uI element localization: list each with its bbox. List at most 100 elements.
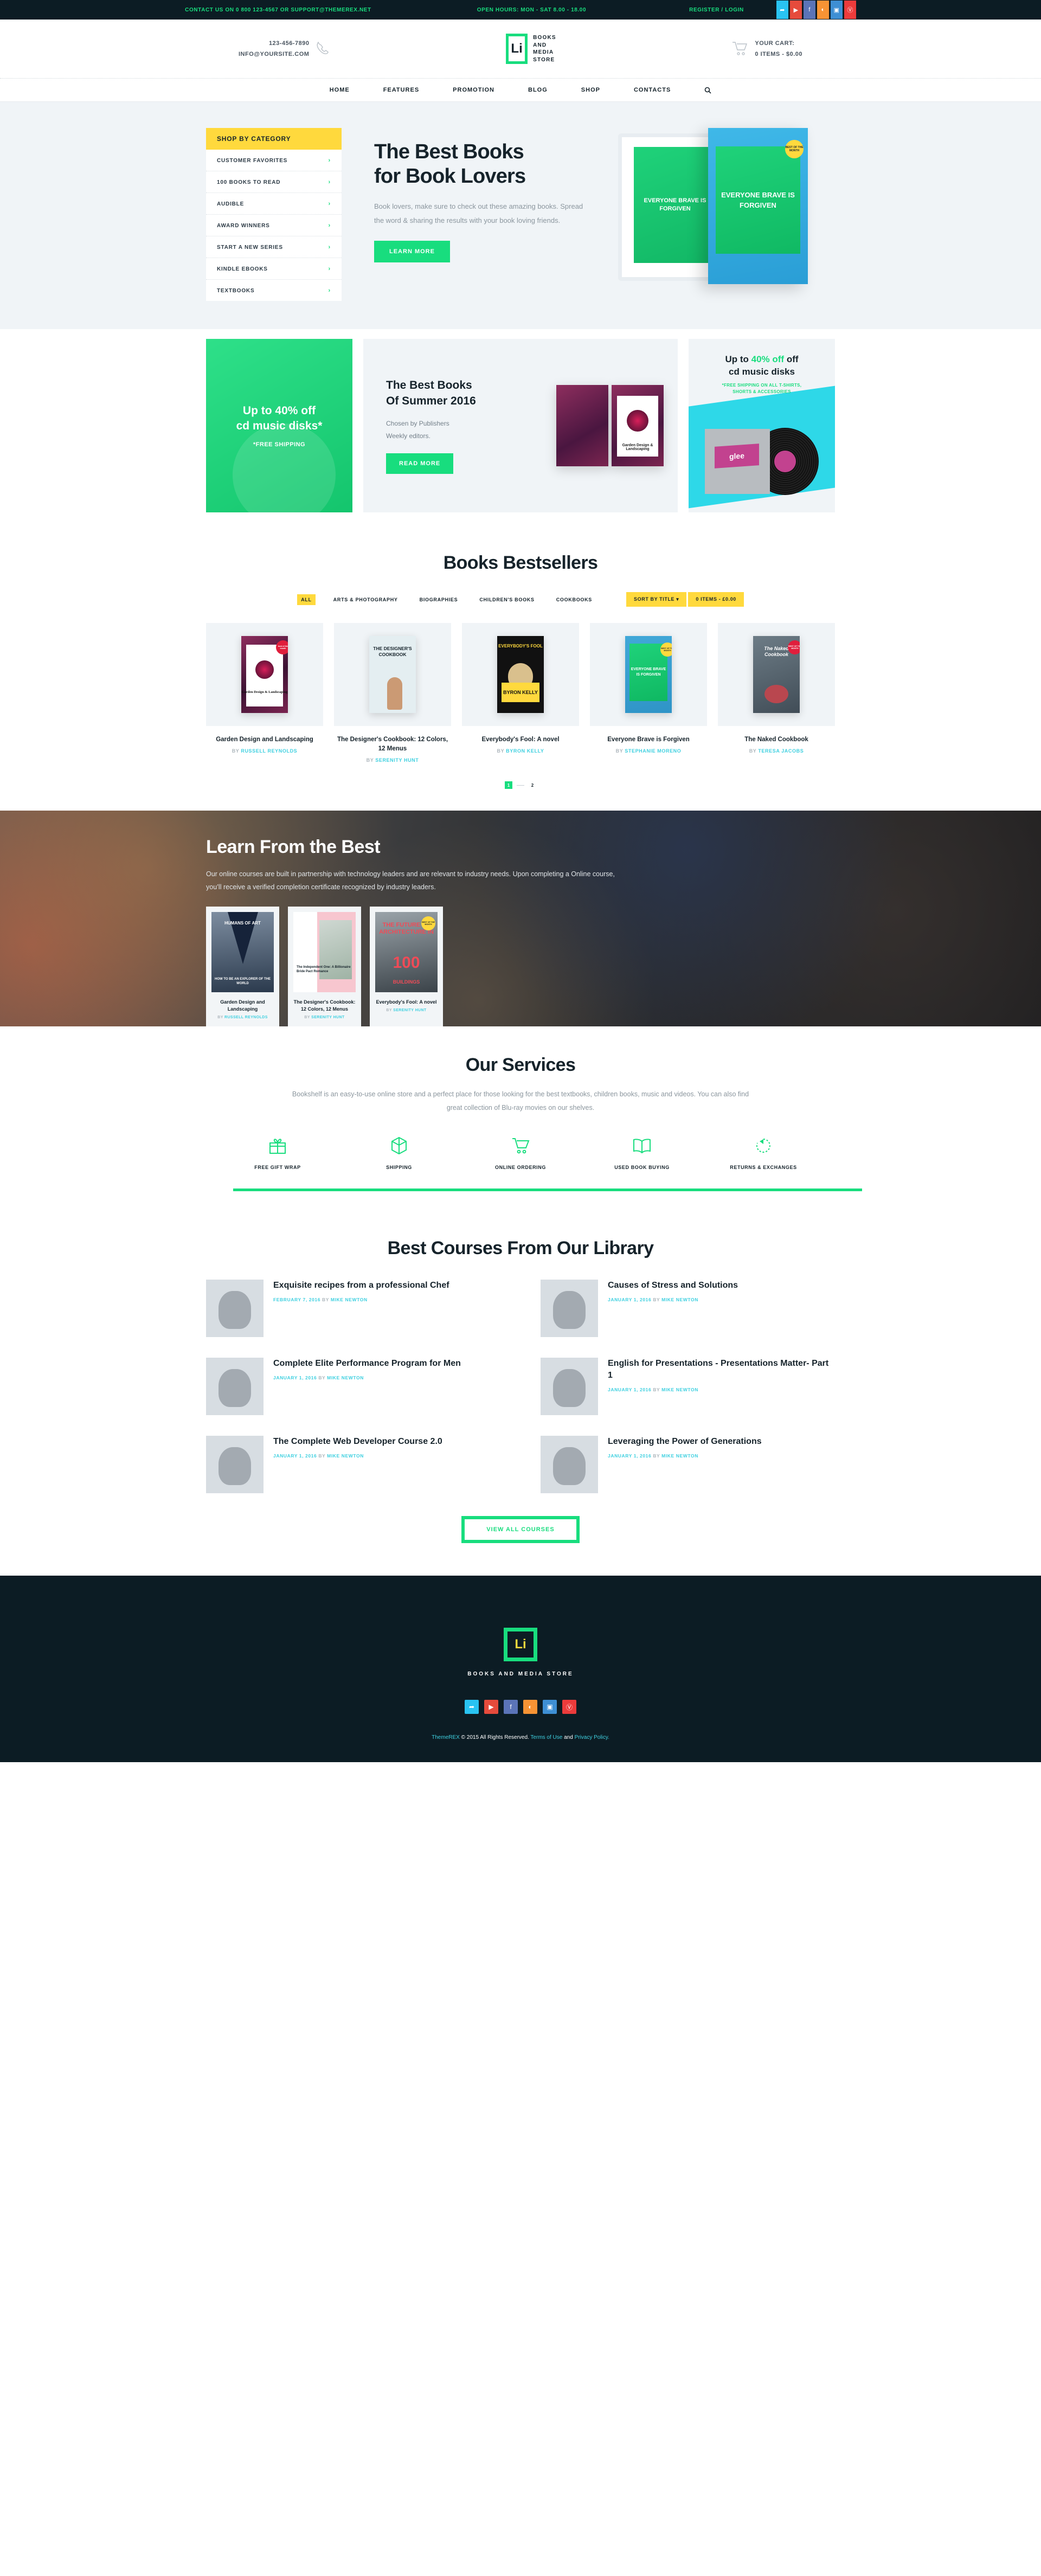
topbar-register-login[interactable]: REGISTER / LOGIN	[689, 7, 744, 13]
learn-description: Our online courses are built in partners…	[206, 870, 615, 891]
twitter-icon[interactable]: ➦	[776, 1, 788, 19]
course-date: JANUARY 1, 2016	[608, 1297, 652, 1302]
footer-logo[interactable]: Li	[504, 1628, 537, 1661]
filter-arts-photography[interactable]: ARTS & PHOTOGRAPHY	[330, 594, 402, 605]
chevron-right-icon: ›	[328, 244, 331, 250]
cover-title: EVERYBODY'S FOOL	[498, 644, 543, 648]
page-1-button[interactable]: 1	[505, 781, 512, 789]
hero-artwork: EVERYONE BRAVE IS FORGIVEN EVERYONE BRAV…	[602, 128, 835, 291]
course-title: Complete Elite Performance Program for M…	[273, 1359, 461, 1368]
learn-card[interactable]: HUMANS OF ART HOW TO BE AN EXPLORER OF T…	[206, 907, 279, 1026]
course-item[interactable]: Leveraging the Power of Generations JANU…	[541, 1436, 835, 1493]
twitter-icon[interactable]: ➦	[465, 1700, 479, 1714]
hero-learn-more-button[interactable]: LEARN MORE	[374, 241, 450, 262]
course-item[interactable]: The Complete Web Developer Course 2.0 JA…	[206, 1436, 500, 1493]
category-item-start-a-new-series[interactable]: START A NEW SERIES ›	[206, 236, 342, 258]
filter-all[interactable]: ALL	[297, 594, 316, 605]
pagination-divider	[517, 785, 524, 786]
best-courses-section: Best Courses From Our Library Exquisite …	[0, 1215, 1041, 1576]
learn-cover-humans-of-art: HUMANS OF ART HOW TO BE AN EXPLORER OF T…	[211, 912, 274, 992]
service-returns-exchanges[interactable]: RETURNS & EXCHANGES	[725, 1134, 801, 1170]
nav-item-contacts[interactable]: CONTACTS	[634, 87, 671, 93]
product-author: BY SERENITY HUNT	[334, 757, 451, 763]
header-contact-block: 123-456-7890 INFO@YOURSITE.COM	[239, 38, 330, 60]
footer-and: and	[562, 1735, 575, 1740]
product-title: Garden Design and Landscaping	[216, 736, 313, 743]
site-logo[interactable]: Li BOOKS AND MEDIA STORE	[506, 34, 556, 64]
sort-by-title-dropdown[interactable]: SORT BY TITLE ▾	[626, 592, 687, 607]
nav-item-promotion[interactable]: PROMOTION	[453, 87, 494, 93]
youtube-icon[interactable]: ▶	[484, 1700, 498, 1714]
logo-wordmark: BOOKS AND MEDIA STORE	[533, 34, 556, 63]
page-2-button[interactable]: 2	[529, 781, 536, 789]
nav-item-home[interactable]: HOME	[330, 87, 350, 93]
by-label: BY	[653, 1453, 660, 1459]
pinterest-icon[interactable]: Ⓥ	[562, 1700, 576, 1714]
nav-item-blog[interactable]: BLOG	[528, 87, 548, 93]
promo-banner-row: Up to 40% off cd music disks* *FREE SHIP…	[0, 329, 1041, 533]
search-icon[interactable]	[704, 87, 711, 94]
course-item[interactable]: Exquisite recipes from a professional Ch…	[206, 1280, 500, 1337]
privacy-policy-link[interactable]: Privacy Policy.	[575, 1735, 609, 1740]
product-card[interactable]: EVERYBODY'S FOOL BYRON KELLY Everybody's…	[462, 623, 579, 763]
learn-card-title: Everybody's Fool: A novel	[376, 999, 437, 1005]
learn-card[interactable]: THE FUTURE OF ARCHITECTURE IN 100 BUILDI…	[370, 907, 443, 1026]
nav-item-shop[interactable]: SHOP	[581, 87, 600, 93]
category-item-award-winners[interactable]: AWARD WINNERS ›	[206, 215, 342, 236]
filter-biographies[interactable]: BIOGRAPHIES	[416, 594, 462, 605]
course-title: The Complete Web Developer Course 2.0	[273, 1437, 442, 1446]
promo-banner-cd-music[interactable]: Up to 40% off cd music disks* *FREE SHIP…	[206, 339, 352, 512]
product-card[interactable]: Garden Design & Landscaping best of the …	[206, 623, 323, 763]
course-author: MIKE NEWTON	[661, 1297, 698, 1302]
cart-value: 0 ITEMS - $0.00	[755, 51, 802, 57]
product-card[interactable]: The Naked Cookbook BEST OF THE MONTH The…	[718, 623, 835, 763]
course-item[interactable]: Causes of Stress and Solutions JANUARY 1…	[541, 1280, 835, 1337]
gift-icon	[240, 1134, 316, 1157]
promo-b-read-more-button[interactable]: READ MORE	[386, 453, 454, 474]
bestsellers-cart-total[interactable]: 0 ITEMS - £0.00	[688, 592, 744, 607]
category-item-customer-favorites[interactable]: CUSTOMER FAVORITES ›	[206, 150, 342, 171]
product-image-naked-cookbook: The Naked Cookbook BEST OF THE MONTH	[718, 623, 835, 726]
filter-cookbooks[interactable]: COOKBOOKS	[552, 594, 596, 605]
category-item-textbooks[interactable]: TEXTBOOKS ›	[206, 280, 342, 301]
by-label: BY	[304, 1016, 312, 1019]
category-item-100-books-to-read[interactable]: 100 BOOKS TO READ ›	[206, 171, 342, 193]
course-title: Exquisite recipes from a professional Ch…	[273, 1281, 449, 1290]
logo-line-3: MEDIA	[533, 49, 554, 55]
promo-book-flower	[627, 410, 648, 432]
rss-icon[interactable]: ◐	[523, 1700, 537, 1714]
facebook-icon[interactable]: f	[803, 1, 815, 19]
service-shipping[interactable]: SHIPPING	[361, 1134, 437, 1170]
terms-of-use-link[interactable]: Terms of Use	[530, 1735, 562, 1740]
product-card[interactable]: THE DESIGNER'S COOKBOOK The Designer's C…	[334, 623, 451, 763]
filter-childrens-books[interactable]: CHILDREN'S BOOKS	[475, 594, 538, 605]
nav-item-features[interactable]: FEATURES	[383, 87, 419, 93]
instagram-icon[interactable]: ▣	[830, 1, 843, 19]
course-author: MIKE NEWTON	[327, 1453, 364, 1459]
product-image-designers-cookbook: THE DESIGNER'S COOKBOOK	[334, 623, 451, 726]
cover-subtitle: BUILDINGS	[393, 979, 420, 985]
service-online-ordering[interactable]: ONLINE ORDERING	[483, 1134, 558, 1170]
promo-b-desc-1: Chosen by Publishers	[386, 420, 449, 427]
header-cart[interactable]: YOUR CART: 0 ITEMS - $0.00	[732, 38, 802, 60]
instagram-icon[interactable]: ▣	[543, 1700, 557, 1714]
service-used-book-buying[interactable]: USED BOOK BUYING	[604, 1134, 680, 1170]
course-meta: JANUARY 1, 2016 BY MIKE NEWTON	[273, 1375, 461, 1380]
site-footer: Li BOOKS AND MEDIA STORE ➦ ▶ f ◐ ▣ Ⓥ The…	[0, 1576, 1041, 1762]
category-item-kindle-ebooks[interactable]: KINDLE EBOOKS ›	[206, 258, 342, 280]
hero-title: The Best Books for Book Lovers	[374, 140, 591, 189]
promo-banner-cd-disks[interactable]: Up to 40% off off cd music disks *FREE S…	[689, 339, 835, 512]
course-item[interactable]: Complete Elite Performance Program for M…	[206, 1358, 500, 1415]
view-all-courses-button[interactable]: VIEW ALL COURSES	[461, 1516, 580, 1543]
course-meta: JANUARY 1, 2016 BY MIKE NEWTON	[608, 1297, 738, 1302]
course-item[interactable]: English for Presentations - Presentation…	[541, 1358, 835, 1415]
category-item-audible[interactable]: AUDIBLE ›	[206, 193, 342, 215]
learn-card[interactable]: The Independent One: A Billionaire Bride…	[288, 907, 361, 1026]
rss-icon[interactable]: ◐	[817, 1, 829, 19]
service-free-gift-wrap[interactable]: FREE GIFT WRAP	[240, 1134, 316, 1170]
pinterest-icon[interactable]: Ⓥ	[844, 1, 856, 19]
bestsellers-product-grid: Garden Design & Landscaping best of the …	[206, 623, 835, 763]
facebook-icon[interactable]: f	[504, 1700, 518, 1714]
product-card[interactable]: EVERYONE BRAVE IS FORGIVEN BEST OF THE M…	[590, 623, 707, 763]
youtube-icon[interactable]: ▶	[789, 1, 802, 19]
